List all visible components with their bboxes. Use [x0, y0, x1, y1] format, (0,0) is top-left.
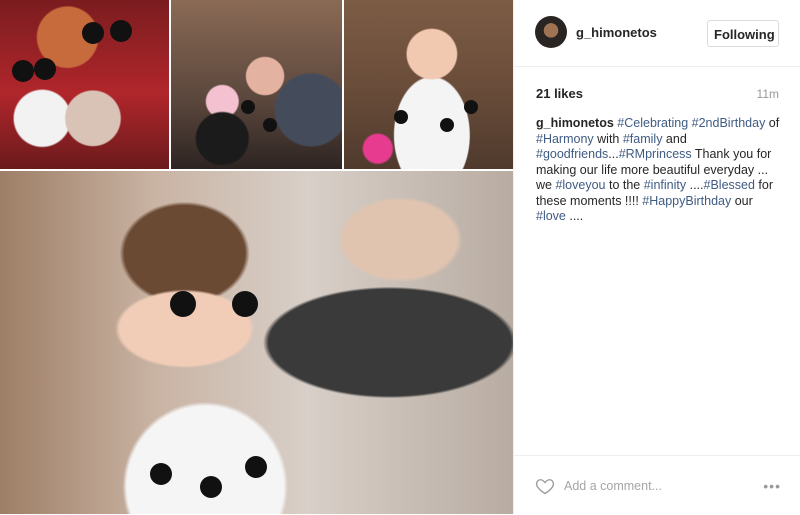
mouse-ears-decoration: [82, 22, 104, 44]
post-timestamp: 11m: [756, 87, 779, 101]
hashtag-link[interactable]: #Celebrating: [617, 116, 688, 130]
caption-text: #Celebrating #2ndBirthday of #Harmony wi…: [536, 116, 779, 223]
caption-text-segment: with: [593, 131, 623, 146]
hashtag-link[interactable]: #goodfriends: [536, 147, 608, 161]
caption-text-segment: ....: [565, 209, 584, 223]
photo-tile-cake-cutting: [171, 0, 342, 169]
photo-tile-face-painting: [0, 171, 513, 514]
polka-dot: [200, 476, 222, 498]
caption-text-segment: to the: [605, 178, 644, 192]
photo-tile-family-portrait: [0, 0, 169, 169]
polka-dot: [241, 100, 255, 114]
hashtag-link[interactable]: #family: [623, 132, 663, 146]
following-button[interactable]: Following: [707, 20, 779, 47]
hashtag-link[interactable]: #infinity: [644, 178, 686, 192]
hashtag-link[interactable]: #2ndBirthday: [692, 116, 766, 130]
polka-dot: [440, 118, 454, 132]
polka-dot: [245, 456, 267, 478]
post-side-panel: g_himonetos Following 21 likes 11m g_him…: [513, 0, 800, 514]
ellipsis-icon[interactable]: •••: [763, 478, 781, 494]
caption-username[interactable]: g_himonetos: [536, 116, 614, 130]
mouse-ears-decoration: [12, 60, 34, 82]
photo-tile-smiling-girl: [344, 0, 513, 169]
post-photo-collage[interactable]: [0, 0, 513, 514]
polka-dot: [464, 100, 478, 114]
comment-bar: •••: [514, 455, 800, 515]
caption-text-segment: ....: [686, 178, 704, 192]
hashtag-link[interactable]: #Blessed: [704, 178, 755, 192]
likes-count[interactable]: 21 likes: [536, 86, 583, 101]
caption-text-segment: our: [731, 193, 753, 208]
hashtag-link[interactable]: #loveyou: [555, 178, 605, 192]
polka-dot: [263, 118, 277, 132]
caption-text-segment: ...: [608, 147, 619, 161]
heart-outline-icon[interactable]: [535, 476, 555, 496]
mouse-ears-decoration: [34, 58, 56, 80]
header-username[interactable]: g_himonetos: [576, 25, 657, 40]
mouse-ears-decoration: [110, 20, 132, 42]
hashtag-link[interactable]: #love: [536, 209, 566, 223]
hashtag-link[interactable]: #RMprincess: [619, 147, 692, 161]
hashtag-link[interactable]: #Harmony: [536, 132, 594, 146]
caption-text-segment: of: [765, 116, 780, 130]
face-paint-ear: [170, 291, 196, 317]
hashtag-link[interactable]: #HappyBirthday: [642, 194, 731, 208]
post-caption: g_himonetos #Celebrating #2ndBirthday of…: [536, 116, 786, 225]
avatar[interactable]: [535, 16, 567, 48]
post-header: g_himonetos Following: [514, 0, 800, 67]
face-paint-ear: [232, 291, 258, 317]
polka-dot: [150, 463, 172, 485]
polka-dot: [394, 110, 408, 124]
comment-input[interactable]: [564, 477, 754, 495]
caption-text-segment: and: [662, 131, 687, 146]
